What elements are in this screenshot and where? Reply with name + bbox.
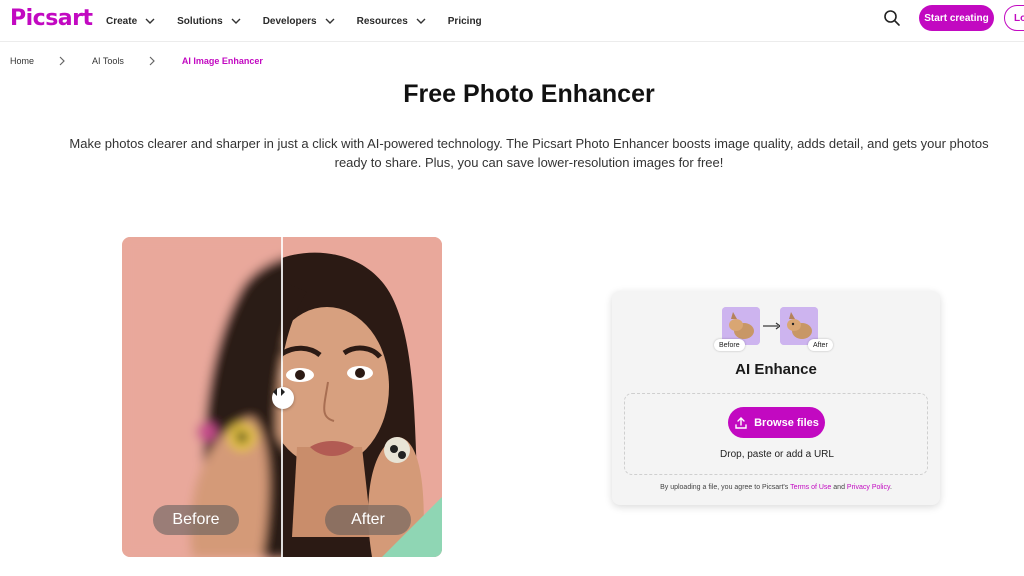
chevron-down-icon (416, 18, 426, 24)
nav-item-pricing[interactable]: Pricing (448, 16, 482, 27)
search-icon[interactable] (883, 9, 901, 27)
arrow-right-icon (763, 322, 781, 330)
terms-of-use-link[interactable]: Terms of Use (790, 484, 831, 491)
nav-item-label: Solutions (177, 15, 223, 27)
drag-arrows-icon (273, 388, 285, 396)
drop-instructions: Drop, paste or add a URL (720, 449, 834, 460)
browse-files-label: Browse files (754, 416, 819, 429)
main-nav: Create Solutions Developers Resources Pr… (106, 0, 504, 42)
upload-card: Before After AI Enhance Browse files Dro… (612, 291, 940, 505)
login-button[interactable]: Lo (1004, 5, 1024, 31)
file-dropzone[interactable]: Browse files Drop, paste or add a URL (624, 393, 928, 475)
preview-before-tag: Before (714, 339, 745, 351)
nav-item-label: Developers (262, 15, 317, 27)
chevron-right-icon (59, 56, 65, 66)
nav-item-solutions[interactable]: Solutions (177, 16, 241, 27)
page-description: Make photos clearer and sharper in just … (69, 136, 989, 170)
enhance-preview: Before After (714, 307, 833, 351)
page-title: Free Photo Enhancer (403, 80, 655, 108)
before-after-image[interactable]: Before After (122, 237, 442, 557)
preview-after-tag: After (808, 339, 833, 351)
browse-files-button[interactable]: Browse files (728, 407, 825, 438)
nav-item-resources[interactable]: Resources (357, 16, 426, 27)
picsart-logo[interactable]: Picsart (10, 6, 93, 31)
compare-slider-handle[interactable] (272, 387, 294, 409)
before-label: Before (153, 505, 239, 535)
legal-prefix: By uploading a file, you agree to Picsar… (660, 484, 789, 491)
nav-item-create[interactable]: Create (106, 16, 155, 27)
legal-notice: By uploading a file, you agree to Picsar… (612, 484, 940, 491)
site-header: Picsart Create Solutions Developers Reso… (0, 0, 1024, 42)
breadcrumb-current[interactable]: AI Image Enhancer (182, 56, 263, 66)
breadcrumb-ai-tools[interactable]: AI Tools (92, 56, 124, 66)
legal-suffix: . (889, 484, 892, 491)
nav-item-developers[interactable]: Developers (263, 16, 335, 27)
chevron-right-icon (149, 56, 155, 66)
legal-and: and (833, 484, 845, 491)
nav-item-label: Pricing (447, 15, 482, 27)
privacy-policy-link[interactable]: Privacy Policy (847, 484, 890, 491)
chevron-down-icon (145, 18, 155, 24)
start-creating-button[interactable]: Start creating (919, 5, 994, 31)
card-title: AI Enhance (735, 361, 817, 378)
chevron-down-icon (231, 18, 241, 24)
breadcrumb-home[interactable]: Home (10, 56, 34, 66)
upload-icon (735, 416, 747, 429)
after-label: After (325, 505, 411, 535)
breadcrumb: Home AI Tools AI Image Enhancer (10, 54, 263, 68)
nav-item-label: Create (106, 15, 138, 27)
nav-item-label: Resources (356, 15, 408, 27)
chevron-down-icon (325, 18, 335, 24)
